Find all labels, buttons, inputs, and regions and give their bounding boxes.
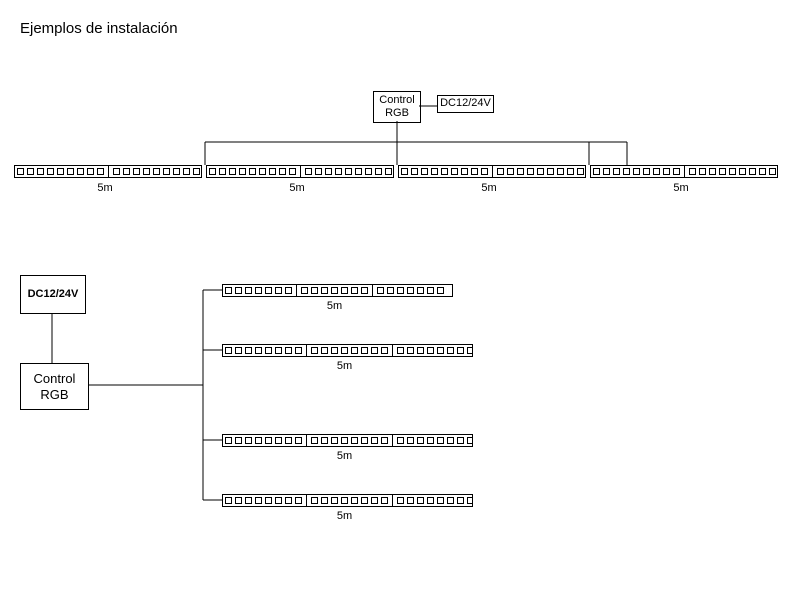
top-power-box: DC12/24V <box>437 95 494 113</box>
led-strip <box>398 165 586 178</box>
strip-length: 5m <box>590 182 772 194</box>
strip-length: 5m <box>222 360 467 372</box>
led-strip <box>222 434 473 447</box>
page-title: Ejemplos de instalación <box>20 20 178 37</box>
strip-length: 5m <box>398 182 580 194</box>
bottom-controller-box: Control RGB <box>20 363 89 410</box>
strip-length: 5m <box>222 510 467 522</box>
led-strip <box>590 165 778 178</box>
led-strip <box>222 344 473 357</box>
strip-length: 5m <box>222 300 447 312</box>
strip-length: 5m <box>206 182 388 194</box>
strip-length: 5m <box>14 182 196 194</box>
strip-length: 5m <box>222 450 467 462</box>
led-strip <box>14 165 202 178</box>
bottom-power-box: DC12/24V <box>20 275 86 314</box>
top-controller-box: Control RGB <box>373 91 421 123</box>
led-strip <box>206 165 394 178</box>
led-strip <box>222 284 453 297</box>
led-strip <box>222 494 473 507</box>
